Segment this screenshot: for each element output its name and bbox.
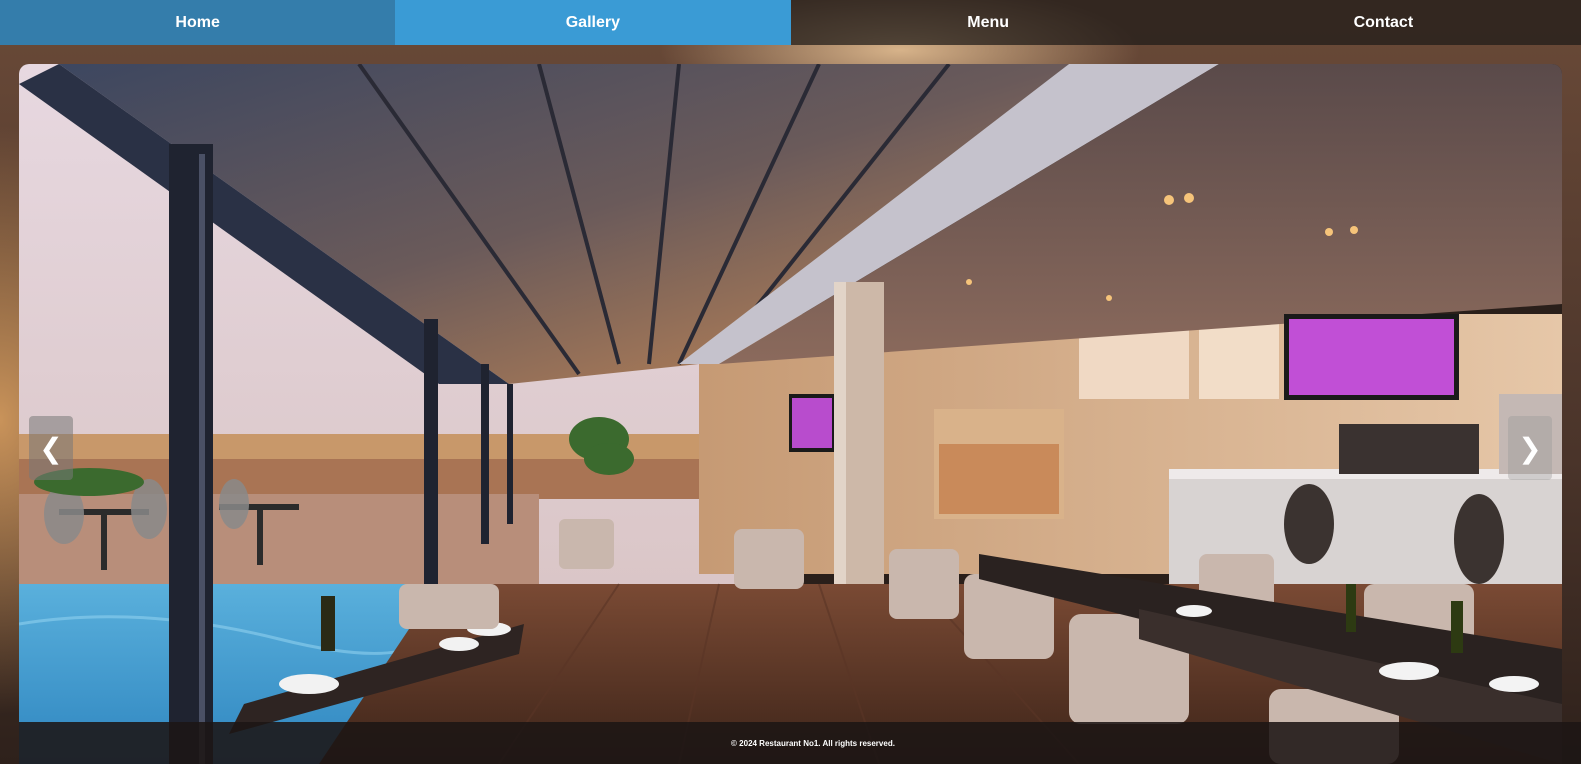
copyright-text: © 2024 Restaurant No1. All rights reserv… [731,738,895,748]
site-footer: © 2024 Restaurant No1. All rights reserv… [19,722,1581,764]
nav-gallery[interactable]: Gallery [395,0,791,45]
slider-next-button[interactable]: ❯ [1508,416,1552,480]
top-navigation: Home Gallery Menu Contact [0,0,1581,45]
chevron-left-icon: ❮ [39,431,63,465]
nav-menu[interactable]: Menu [791,0,1186,45]
restaurant-photo [19,64,1562,764]
nav-home[interactable]: Home [0,0,396,45]
chevron-right-icon: ❯ [1518,431,1542,465]
slider-prev-button[interactable]: ❮ [29,416,73,480]
gallery-slide: ❮ ❯ [19,64,1562,764]
nav-contact[interactable]: Contact [1186,0,1581,45]
